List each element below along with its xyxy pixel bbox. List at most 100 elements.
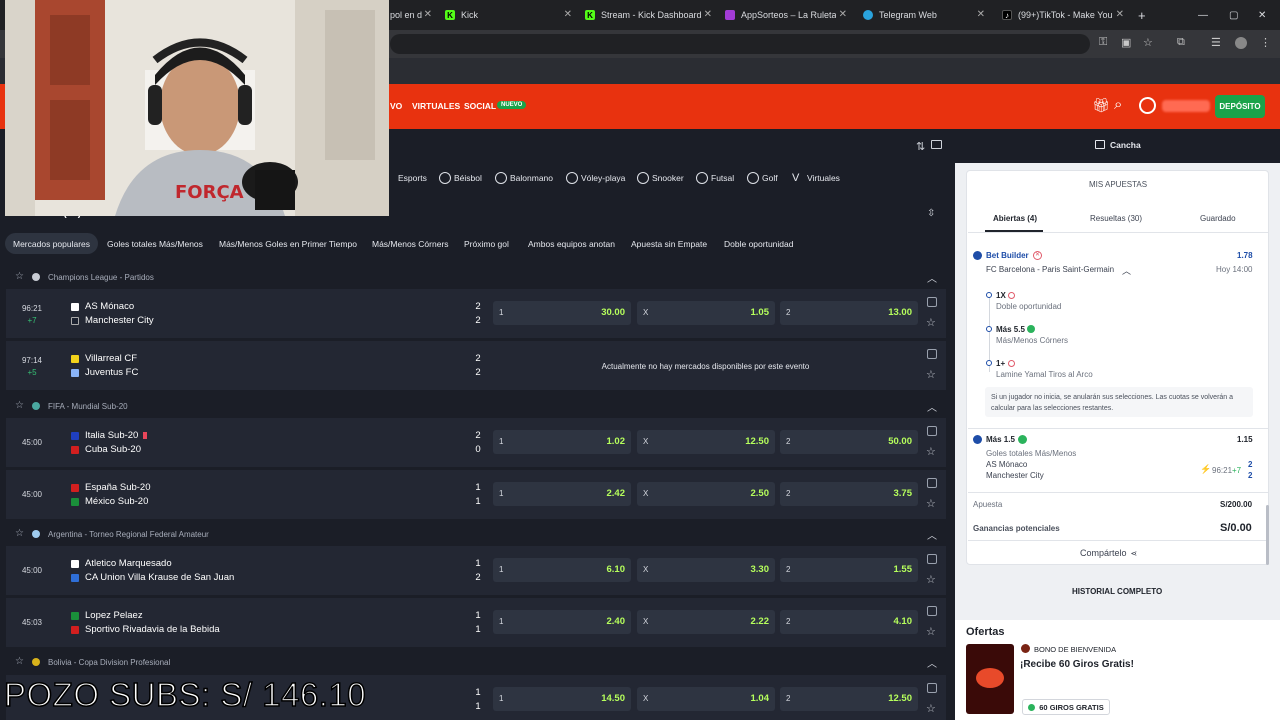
stats-icon[interactable] bbox=[927, 349, 937, 359]
browser-tab[interactable]: K Kick ✕ bbox=[445, 0, 580, 30]
sport-voley-playa[interactable]: Vóley-playa bbox=[566, 172, 625, 184]
odd-button-1[interactable]: 1 2.40 bbox=[493, 610, 631, 634]
odd-button-x[interactable]: X 1.04 bbox=[637, 687, 775, 711]
profile-avatar[interactable] bbox=[1235, 37, 1247, 49]
full-history-link[interactable]: HISTORIAL COMPLETO bbox=[1072, 587, 1162, 596]
favorite-star-icon[interactable]: ☆ bbox=[15, 528, 24, 539]
menu-kebab-icon[interactable]: ⋮ bbox=[1260, 36, 1271, 49]
match-row[interactable]: 45:03 Lopez Pelaez Sportivo Rivadavia de… bbox=[6, 598, 946, 647]
market-chip[interactable]: Más/Menos Córners bbox=[372, 233, 449, 254]
favorite-star-icon[interactable]: ☆ bbox=[926, 316, 936, 329]
stats-icon[interactable] bbox=[927, 478, 937, 488]
tab-guardado[interactable]: Guardado bbox=[1200, 214, 1236, 223]
market-chip[interactable]: Ambos equipos anotan bbox=[528, 233, 615, 254]
nav-social[interactable]: SOCIAL bbox=[464, 101, 496, 111]
nav-virtuales[interactable]: VIRTUALES bbox=[412, 101, 460, 111]
odd-button-2[interactable]: 2 12.50 bbox=[780, 687, 918, 711]
odd-button-2[interactable]: 2 13.00 bbox=[780, 301, 918, 325]
league-header[interactable]: ☆ FIFA - Mundial Sub-20 ︿ bbox=[0, 395, 945, 417]
gift-icon[interactable]: 🎁︎ bbox=[1092, 97, 1110, 114]
browser-tab[interactable]: AppSorteos – La Ruleta d ✕ bbox=[725, 0, 855, 30]
favorite-star-icon[interactable]: ☆ bbox=[926, 368, 936, 381]
close-tab-icon[interactable]: ✕ bbox=[704, 9, 712, 20]
address-field[interactable] bbox=[390, 34, 1090, 54]
browser-tab[interactable]: ♪ (99+)TikTok - Make Your ✕ bbox=[1002, 0, 1132, 30]
market-chip[interactable]: Goles totales Más/Menos bbox=[107, 233, 203, 254]
key-icon[interactable]: ⚿ bbox=[1099, 36, 1107, 49]
new-tab-button[interactable]: + bbox=[1138, 0, 1152, 30]
chevron-up-icon[interactable]: ︿ bbox=[927, 399, 937, 414]
favorite-star-icon[interactable]: ☆ bbox=[15, 271, 24, 282]
odd-button-2[interactable]: 2 4.10 bbox=[780, 610, 918, 634]
browser-tab[interactable]: K Stream - Kick Dashboard ✕ bbox=[585, 0, 720, 30]
favorite-star-icon[interactable]: ☆ bbox=[15, 400, 24, 411]
reading-list-icon[interactable]: ☰ bbox=[1211, 36, 1221, 49]
bookmark-star-icon[interactable]: ☆ bbox=[1143, 36, 1153, 49]
match-row[interactable]: 97:14 +5 Villarreal CF Juventus FC 2 2 A… bbox=[6, 341, 946, 390]
close-tab-icon[interactable]: ✕ bbox=[1116, 9, 1124, 20]
match-row[interactable]: 96:21 +7 AS Mónaco Manchester City 2 2 1… bbox=[6, 289, 946, 338]
sport-esports[interactable]: Esports bbox=[383, 172, 427, 184]
browser-tab[interactable]: Telegram Web ✕ bbox=[863, 0, 993, 30]
nav-item[interactable]: VO bbox=[390, 101, 402, 111]
share-button[interactable]: Compártelo ⋖ bbox=[1080, 548, 1137, 558]
extensions-icon[interactable]: ⧉ bbox=[1177, 36, 1185, 49]
match-row[interactable]: 45:00 España Sub-20 México Sub-20 1 1 12… bbox=[6, 470, 946, 519]
user-account-icon[interactable] bbox=[1139, 97, 1156, 114]
cancha-tab[interactable]: Cancha bbox=[1110, 140, 1141, 150]
free-spins-badge[interactable]: 60 GIROS GRATIS bbox=[1022, 699, 1110, 715]
market-chip-active[interactable]: Mercados populares bbox=[5, 233, 99, 254]
match-row[interactable]: 45:00 Italia Sub-20 Cuba Sub-20 2 0 1 1.0… bbox=[6, 418, 946, 467]
sport-snooker[interactable]: Snooker bbox=[637, 172, 684, 184]
chevron-up-icon[interactable]: ︿ bbox=[927, 527, 937, 542]
close-tab-icon[interactable]: ✕ bbox=[977, 9, 985, 20]
maximize-icon[interactable]: ▢ bbox=[1229, 0, 1238, 30]
sport-virtuales[interactable]: V Virtuales bbox=[792, 172, 840, 184]
chevron-up-icon[interactable]: ︿ bbox=[927, 270, 937, 285]
favorite-star-icon[interactable]: ☆ bbox=[926, 497, 936, 510]
market-chip[interactable]: Doble oportunidad bbox=[724, 233, 793, 254]
stats-icon[interactable] bbox=[927, 683, 937, 693]
sport-golf[interactable]: Golf bbox=[747, 172, 778, 184]
close-tab-icon[interactable]: ✕ bbox=[424, 9, 432, 20]
chevron-up-icon[interactable]: ︿ bbox=[1122, 264, 1131, 277]
odd-button-1[interactable]: 1 30.00 bbox=[493, 301, 631, 325]
market-chip[interactable]: Próximo gol bbox=[464, 233, 509, 254]
sport-balonmano[interactable]: Balonmano bbox=[495, 172, 553, 184]
chevron-up-icon[interactable]: ︿ bbox=[927, 655, 937, 670]
stats-icon[interactable] bbox=[927, 606, 937, 616]
market-chip[interactable]: Más/Menos Goles en Primer Tiempo bbox=[219, 233, 357, 254]
odd-button-x[interactable]: X 12.50 bbox=[637, 430, 775, 454]
minimize-icon[interactable]: — bbox=[1198, 0, 1208, 30]
bonus-title[interactable]: ¡Recibe 60 Giros Gratis! bbox=[1020, 659, 1134, 670]
stats-icon[interactable] bbox=[927, 297, 937, 307]
favorite-star-icon[interactable]: ☆ bbox=[926, 702, 936, 715]
close-window-icon[interactable]: ✕ bbox=[1258, 0, 1266, 30]
scrollbar[interactable] bbox=[1266, 505, 1269, 565]
search-icon[interactable]: ⌕ bbox=[1114, 96, 1122, 113]
tab-resueltas[interactable]: Resueltas (30) bbox=[1090, 214, 1142, 223]
odd-button-1[interactable]: 1 2.42 bbox=[493, 482, 631, 506]
league-header[interactable]: ☆ Champions League - Partidos ︿ bbox=[0, 266, 945, 288]
sport-futsal[interactable]: Futsal bbox=[696, 172, 734, 184]
odd-button-2[interactable]: 2 3.75 bbox=[780, 482, 918, 506]
sort-icon[interactable]: ⇅ bbox=[916, 140, 925, 153]
cast-icon[interactable]: ▣ bbox=[1121, 36, 1131, 49]
bonus-image[interactable] bbox=[966, 644, 1014, 714]
sport-beisbol[interactable]: Béisbol bbox=[439, 172, 482, 184]
stats-icon[interactable] bbox=[927, 426, 937, 436]
favorite-star-icon[interactable]: ☆ bbox=[926, 573, 936, 586]
odd-button-x[interactable]: X 2.50 bbox=[637, 482, 775, 506]
stats-icon[interactable] bbox=[927, 554, 937, 564]
odd-button-1[interactable]: 1 6.10 bbox=[493, 558, 631, 582]
odd-button-2[interactable]: 2 50.00 bbox=[780, 430, 918, 454]
odd-button-x[interactable]: X 1.05 bbox=[637, 301, 775, 325]
favorite-star-icon[interactable]: ☆ bbox=[15, 656, 24, 667]
deposit-button[interactable]: DEPÓSITO bbox=[1215, 95, 1265, 118]
browser-tab[interactable]: pol en d ✕ bbox=[390, 0, 440, 30]
match-row[interactable]: 45:00 Atletico Marquesado CA Union Villa… bbox=[6, 546, 946, 595]
odd-button-1[interactable]: 1 14.50 bbox=[493, 687, 631, 711]
favorite-star-icon[interactable]: ☆ bbox=[926, 625, 936, 638]
tab-abiertas[interactable]: Abiertas (4) bbox=[993, 214, 1037, 223]
league-header[interactable]: ☆ Argentina - Torneo Regional Federal Am… bbox=[0, 523, 945, 545]
